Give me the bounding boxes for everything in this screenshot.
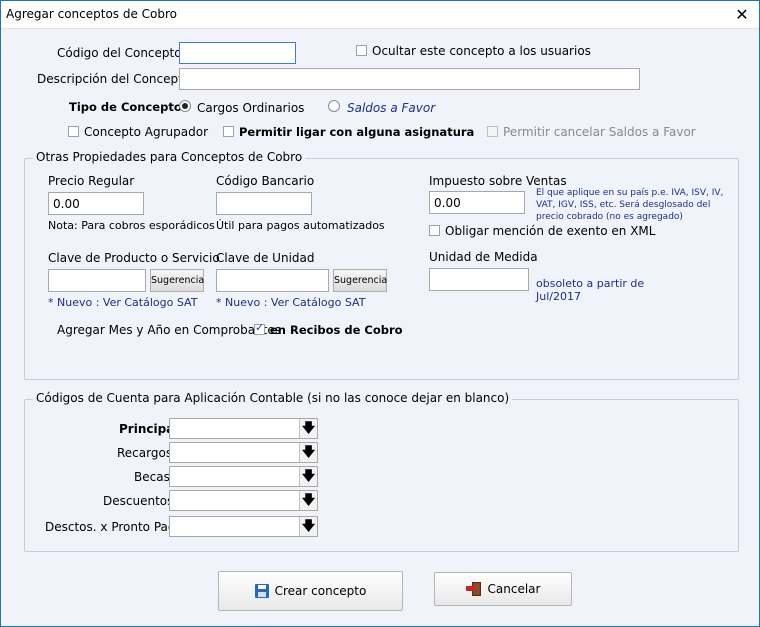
create-concept-label: Crear concepto [274,584,367,598]
grouper-label: Concepto Agrupador [84,125,209,139]
hide-concept-label: Ocultar este concepto a los usuarios [372,44,591,58]
tax-input[interactable] [429,191,525,214]
cancel-button[interactable]: Cancelar [434,572,572,606]
arrow-down-icon[interactable]: 🡇 [299,467,317,486]
exit-door-icon [465,581,482,597]
unit-suggestion-button[interactable]: Sugerencia [333,269,387,292]
arrow-down-icon[interactable]: 🡇 [299,419,317,438]
arrow-down-icon[interactable]: 🡇 [299,491,317,510]
account-becas-label: Becas [134,470,170,484]
month-year-label: Agregar Mes y Año en Comprobantes [57,323,282,337]
account-principal-combo[interactable]: 🡇 [169,418,318,439]
price-note: Nota: Para cobros esporádicos [48,219,215,232]
description-label: Descripción del Concepto [37,72,191,86]
month-year-checkbox[interactable] [254,321,265,335]
cancel-favor-checkbox[interactable] [487,126,498,137]
arrow-down-icon[interactable]: 🡇 [299,443,317,462]
product-suggestion-button[interactable]: Sugerencia [150,269,204,292]
radio-saldos-favor[interactable] [328,100,340,112]
save-icon [254,584,269,598]
price-label: Precio Regular [48,174,135,188]
unit-key-input[interactable] [216,269,329,292]
link-subject-checkbox[interactable] [223,126,234,137]
arrow-down-icon[interactable]: 🡇 [299,517,317,536]
bank-code-input[interactable] [216,192,312,215]
hide-concept-checkbox[interactable] [356,45,367,56]
exempt-label: Obligar mención de exento en XML [445,224,656,238]
accounts-group-title: Códigos de Cuenta para Aplicación Contab… [33,391,513,405]
window-title: Agregar conceptos de Cobro [6,7,178,21]
code-input[interactable] [179,42,296,64]
radio-cargos-ordinarios[interactable] [179,100,191,112]
cancel-label: Cancelar [487,582,541,596]
close-button[interactable]: ✕ [725,1,759,29]
month-year-check-label: en Recibos de Cobro [270,323,403,337]
account-descuentos-combo[interactable]: 🡇 [169,490,318,511]
create-concept-button[interactable]: Crear concepto [218,571,403,611]
price-input[interactable] [48,192,144,215]
tax-label: Impuesto sobre Ventas [429,174,567,188]
description-input[interactable] [179,68,640,90]
measure-note: obsoleto a partir de Jul/2017 [536,277,645,303]
cancel-favor-label: Permitir cancelar Saldos a Favor [503,125,696,139]
link-subject-label: Permitir ligar con alguna asignatura [239,125,475,139]
account-recargos-combo[interactable]: 🡇 [169,442,318,463]
product-key-input[interactable] [48,269,146,292]
bank-code-label: Código Bancario [216,174,315,188]
tax-help-text: El que aplique en su país p.e. IVA, ISV,… [536,188,724,222]
account-descuentos-label: Descuentos [103,494,174,508]
title-bar: Agregar conceptos de Cobro ✕ [1,1,759,29]
account-recargos-label: Recargos [117,446,173,460]
dialog-window: Agregar conceptos de Cobro ✕ Código del … [0,0,760,627]
product-sat-link[interactable]: * Nuevo : Ver Catálogo SAT [48,296,197,309]
bank-code-note: Útil para pagos automatizados [216,219,385,232]
type-label: Tipo de Concepto [69,100,182,114]
radio-cargos-ordinarios-label: Cargos Ordinarios [197,101,305,115]
unit-key-label: Clave de Unidad [216,251,315,265]
exempt-checkbox[interactable] [429,225,440,236]
account-pronto-pago-label: Desctos. x Pronto Pago [45,520,183,534]
product-key-label: Clave de Producto o Servicio [48,251,220,265]
account-pronto-pago-combo[interactable]: 🡇 [169,516,318,537]
unit-sat-link[interactable]: * Nuevo : Ver Catálogo SAT [216,296,365,309]
measure-label: Unidad de Medida [429,250,538,264]
code-label: Código del Concepto [57,46,182,60]
radio-saldos-favor-label: Saldos a Favor [347,101,436,115]
properties-group-title: Otras Propiedades para Conceptos de Cobr… [33,150,306,164]
account-becas-combo[interactable]: 🡇 [169,466,318,487]
measure-input[interactable] [429,268,529,291]
dialog-content: Código del Concepto Ocultar este concept… [1,30,759,626]
grouper-checkbox[interactable] [68,126,79,137]
